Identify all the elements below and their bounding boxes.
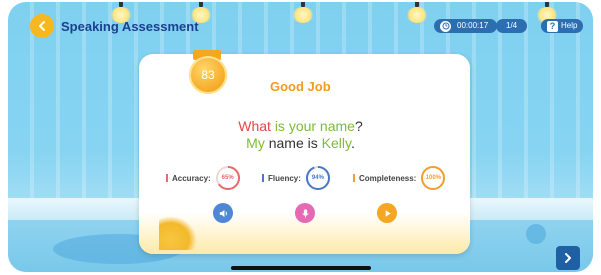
leaf-decor bbox=[159, 216, 197, 250]
timer-badge: 00:00:17 bbox=[434, 19, 498, 33]
help-icon: ? bbox=[547, 20, 558, 32]
metric-completeness: Completeness: 100% bbox=[353, 165, 446, 191]
accuracy-label: Accuracy: bbox=[172, 173, 211, 183]
help-button[interactable]: ? Help bbox=[541, 19, 584, 33]
word-what: What bbox=[238, 118, 271, 134]
speaker-icon bbox=[219, 209, 227, 217]
progress-badge: 1/4 bbox=[496, 19, 528, 33]
back-button[interactable] bbox=[30, 14, 54, 38]
completeness-gauge: 100% bbox=[420, 165, 446, 191]
answer-sentence: My name is Kelly. bbox=[0, 135, 601, 151]
play-icon bbox=[385, 209, 391, 217]
answer-period: . bbox=[350, 135, 355, 151]
fluency-marker bbox=[262, 174, 264, 182]
play-sample-button[interactable] bbox=[377, 203, 397, 223]
next-button[interactable] bbox=[556, 246, 580, 270]
decor-ball bbox=[526, 224, 546, 244]
fluency-value: 94% bbox=[311, 175, 324, 181]
ceiling-lamp bbox=[292, 2, 314, 23]
fluency-gauge: 94% bbox=[305, 165, 331, 191]
help-label: Help bbox=[561, 21, 578, 30]
question-rest: is your name bbox=[274, 118, 355, 134]
question-sentence: What is your name? bbox=[0, 118, 601, 134]
accuracy-gauge: 65% bbox=[215, 165, 241, 191]
word-my: My bbox=[246, 135, 265, 151]
completeness-marker bbox=[353, 174, 355, 182]
accuracy-marker bbox=[166, 174, 168, 182]
result-headline: Good Job bbox=[270, 79, 331, 94]
back-chevron-icon bbox=[39, 21, 45, 31]
fluency-label: Fluency: bbox=[268, 173, 301, 183]
answer-middle: name is bbox=[268, 135, 318, 151]
play-recording-button[interactable] bbox=[213, 203, 233, 223]
completeness-value: 100% bbox=[425, 175, 442, 181]
accuracy-value: 65% bbox=[221, 175, 234, 181]
clock-icon bbox=[440, 20, 451, 32]
word-kelly: Kelly bbox=[321, 135, 351, 151]
progress-text: 1/4 bbox=[506, 21, 518, 30]
ceiling-lamp bbox=[406, 2, 428, 23]
question-mark: ? bbox=[354, 118, 363, 134]
metric-fluency: Fluency: 94% bbox=[262, 165, 331, 191]
chevron-right-icon bbox=[565, 253, 571, 263]
completeness-label: Completeness: bbox=[359, 173, 417, 183]
metric-accuracy: Accuracy: 65% bbox=[166, 165, 241, 191]
score-medal: 83 bbox=[189, 56, 227, 94]
home-indicator bbox=[231, 266, 371, 270]
record-button[interactable] bbox=[295, 203, 315, 223]
microphone-icon bbox=[301, 208, 309, 218]
timer-text: 00:00:17 bbox=[457, 21, 489, 30]
score-value: 83 bbox=[201, 68, 215, 82]
page-title: Speaking Assessment bbox=[61, 19, 199, 34]
